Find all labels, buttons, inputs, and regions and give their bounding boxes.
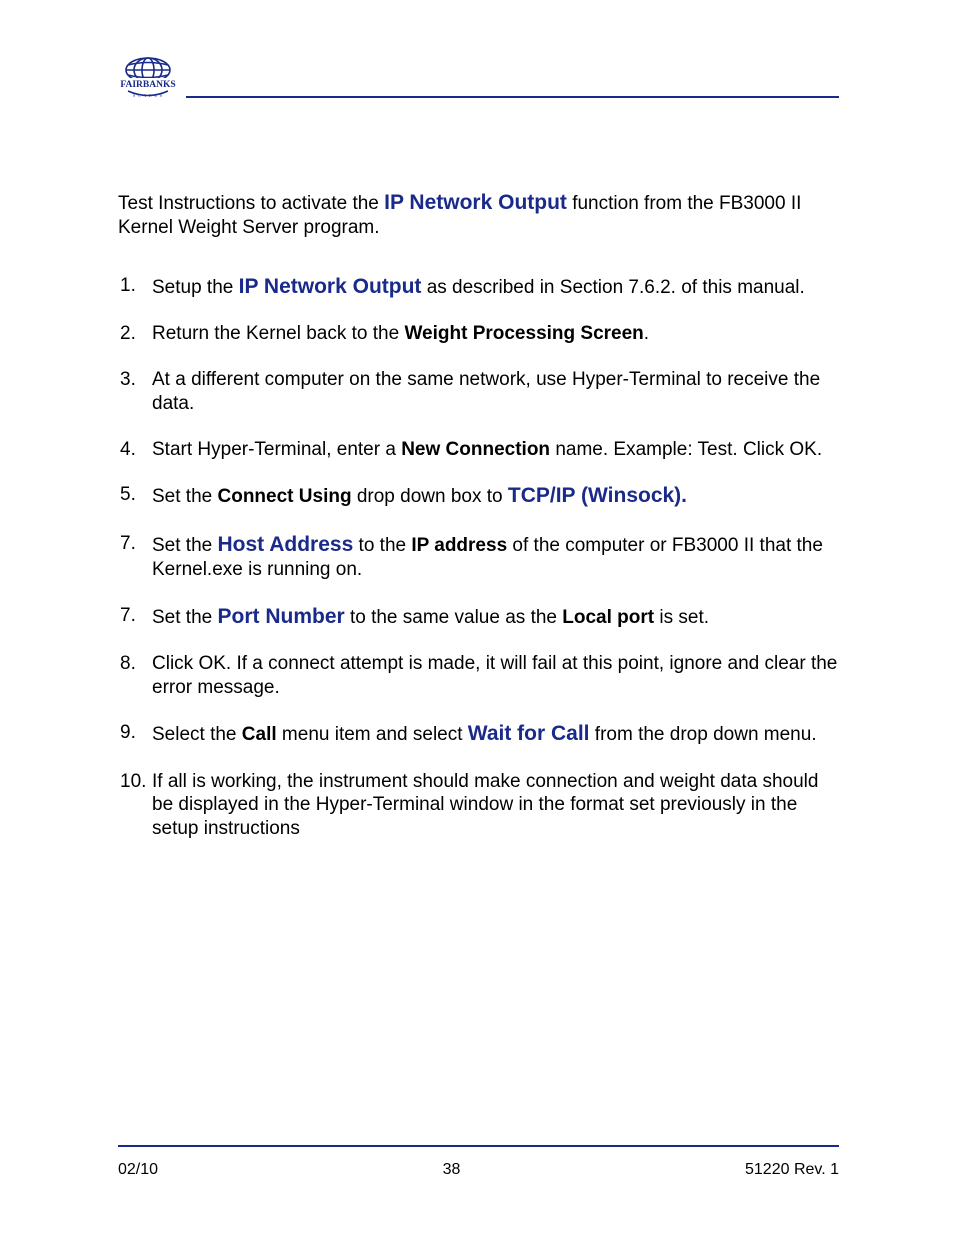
intro-pre: Test Instructions to activate the	[118, 193, 384, 214]
page-footer: 02/10 38 51220 Rev. 1	[118, 1145, 839, 1179]
step-emphasis-bold: IP address	[411, 535, 507, 556]
step-text: Click OK. If a connect attempt is made, …	[152, 653, 837, 698]
step-body: If all is working, the instrument should…	[152, 770, 839, 841]
step-text: Select the	[152, 724, 242, 745]
step-emphasis-bold: Call	[242, 724, 277, 745]
step-body: Start Hyper-Terminal, enter a New Connec…	[152, 438, 839, 462]
step-emphasis-bold: New Connection	[401, 439, 550, 460]
step-text: Return the Kernel back to the	[152, 323, 404, 344]
brand-name: FAIRBANKS	[120, 80, 175, 90]
step-number: 5.	[118, 483, 152, 507]
globe-logo-icon: FAIRBANKS S C A L E S	[120, 56, 176, 100]
page-header: FAIRBANKS S C A L E S	[118, 50, 839, 100]
step-body: Set the Host Address to the IP address o…	[152, 532, 839, 582]
step-emphasis-bold: Local port	[562, 607, 654, 628]
step-text: drop down box to	[352, 486, 508, 507]
step-number: 4.	[118, 438, 152, 462]
step-number: 2.	[118, 322, 152, 346]
step-body: Set the Connect Using drop down box to T…	[152, 483, 839, 509]
step-text: Set the	[152, 535, 218, 556]
intro-paragraph: Test Instructions to activate the IP Net…	[118, 190, 839, 240]
step-text: Start Hyper-Terminal, enter a	[152, 439, 401, 460]
step-text: .	[644, 323, 649, 344]
step-number: 9.	[118, 721, 152, 745]
step-item: 10.If all is working, the instrument sho…	[118, 770, 839, 841]
step-emphasis-blue: IP Network Output	[239, 275, 422, 298]
step-item: 7.Set the Host Address to the IP address…	[118, 532, 839, 582]
step-emphasis-bold: Weight Processing Screen	[404, 323, 643, 344]
step-body: Setup the IP Network Output as described…	[152, 274, 839, 300]
header-rule	[186, 96, 839, 98]
footer-doc-rev: 51220 Rev. 1	[745, 1161, 839, 1179]
step-text: is set.	[654, 607, 709, 628]
step-text: name. Example: Test. Click OK.	[550, 439, 822, 460]
step-text: from the drop down menu.	[590, 724, 817, 745]
step-number: 10.	[118, 770, 152, 794]
step-number: 7.	[118, 604, 152, 628]
step-number: 1.	[118, 274, 152, 298]
step-number: 3.	[118, 368, 152, 392]
step-text: as described in Section 7.6.2. of this m…	[421, 277, 804, 298]
footer-rule	[118, 1145, 839, 1147]
step-text: menu item and select	[277, 724, 468, 745]
step-item: 9.Select the Call menu item and select W…	[118, 721, 839, 747]
step-body: Select the Call menu item and select Wai…	[152, 721, 839, 747]
step-item: 7.Set the Port Number to the same value …	[118, 604, 839, 630]
brand-logo: FAIRBANKS S C A L E S	[118, 56, 178, 100]
step-item: 1.Setup the IP Network Output as describ…	[118, 274, 839, 300]
step-text: Set the	[152, 486, 218, 507]
step-number: 7.	[118, 532, 152, 556]
step-body: At a different computer on the same netw…	[152, 368, 839, 416]
step-emphasis-blue: TCP/IP (Winsock).	[508, 484, 687, 507]
step-body: Return the Kernel back to the Weight Pro…	[152, 322, 839, 346]
step-item: 5.Set the Connect Using drop down box to…	[118, 483, 839, 509]
step-emphasis-blue: Port Number	[218, 605, 345, 628]
step-text: At a different computer on the same netw…	[152, 369, 820, 414]
step-item: 2.Return the Kernel back to the Weight P…	[118, 322, 839, 346]
step-emphasis-blue: Wait for Call	[468, 722, 590, 745]
step-text: to the	[353, 535, 411, 556]
step-text: If all is working, the instrument should…	[152, 771, 818, 840]
step-body: Click OK. If a connect attempt is made, …	[152, 652, 839, 700]
page: FAIRBANKS S C A L E S Test Instructions …	[0, 0, 954, 1235]
svg-text:S C A L E S: S C A L E S	[133, 93, 163, 98]
step-item: 8.Click OK. If a connect attempt is made…	[118, 652, 839, 700]
intro-emphasis: IP Network Output	[384, 191, 567, 214]
step-item: 3.At a different computer on the same ne…	[118, 368, 839, 416]
step-body: Set the Port Number to the same value as…	[152, 604, 839, 630]
step-text: Set the	[152, 607, 218, 628]
step-emphasis-bold: Connect Using	[218, 486, 352, 507]
step-item: 4.Start Hyper-Terminal, enter a New Conn…	[118, 438, 839, 462]
step-text: Setup the	[152, 277, 239, 298]
step-number: 8.	[118, 652, 152, 676]
steps-list: 1.Setup the IP Network Output as describ…	[118, 274, 839, 841]
footer-page-number: 38	[443, 1161, 461, 1179]
step-emphasis-blue: Host Address	[218, 533, 354, 556]
page-content: Test Instructions to activate the IP Net…	[118, 108, 839, 841]
step-text: to the same value as the	[345, 607, 563, 628]
footer-date: 02/10	[118, 1161, 158, 1179]
